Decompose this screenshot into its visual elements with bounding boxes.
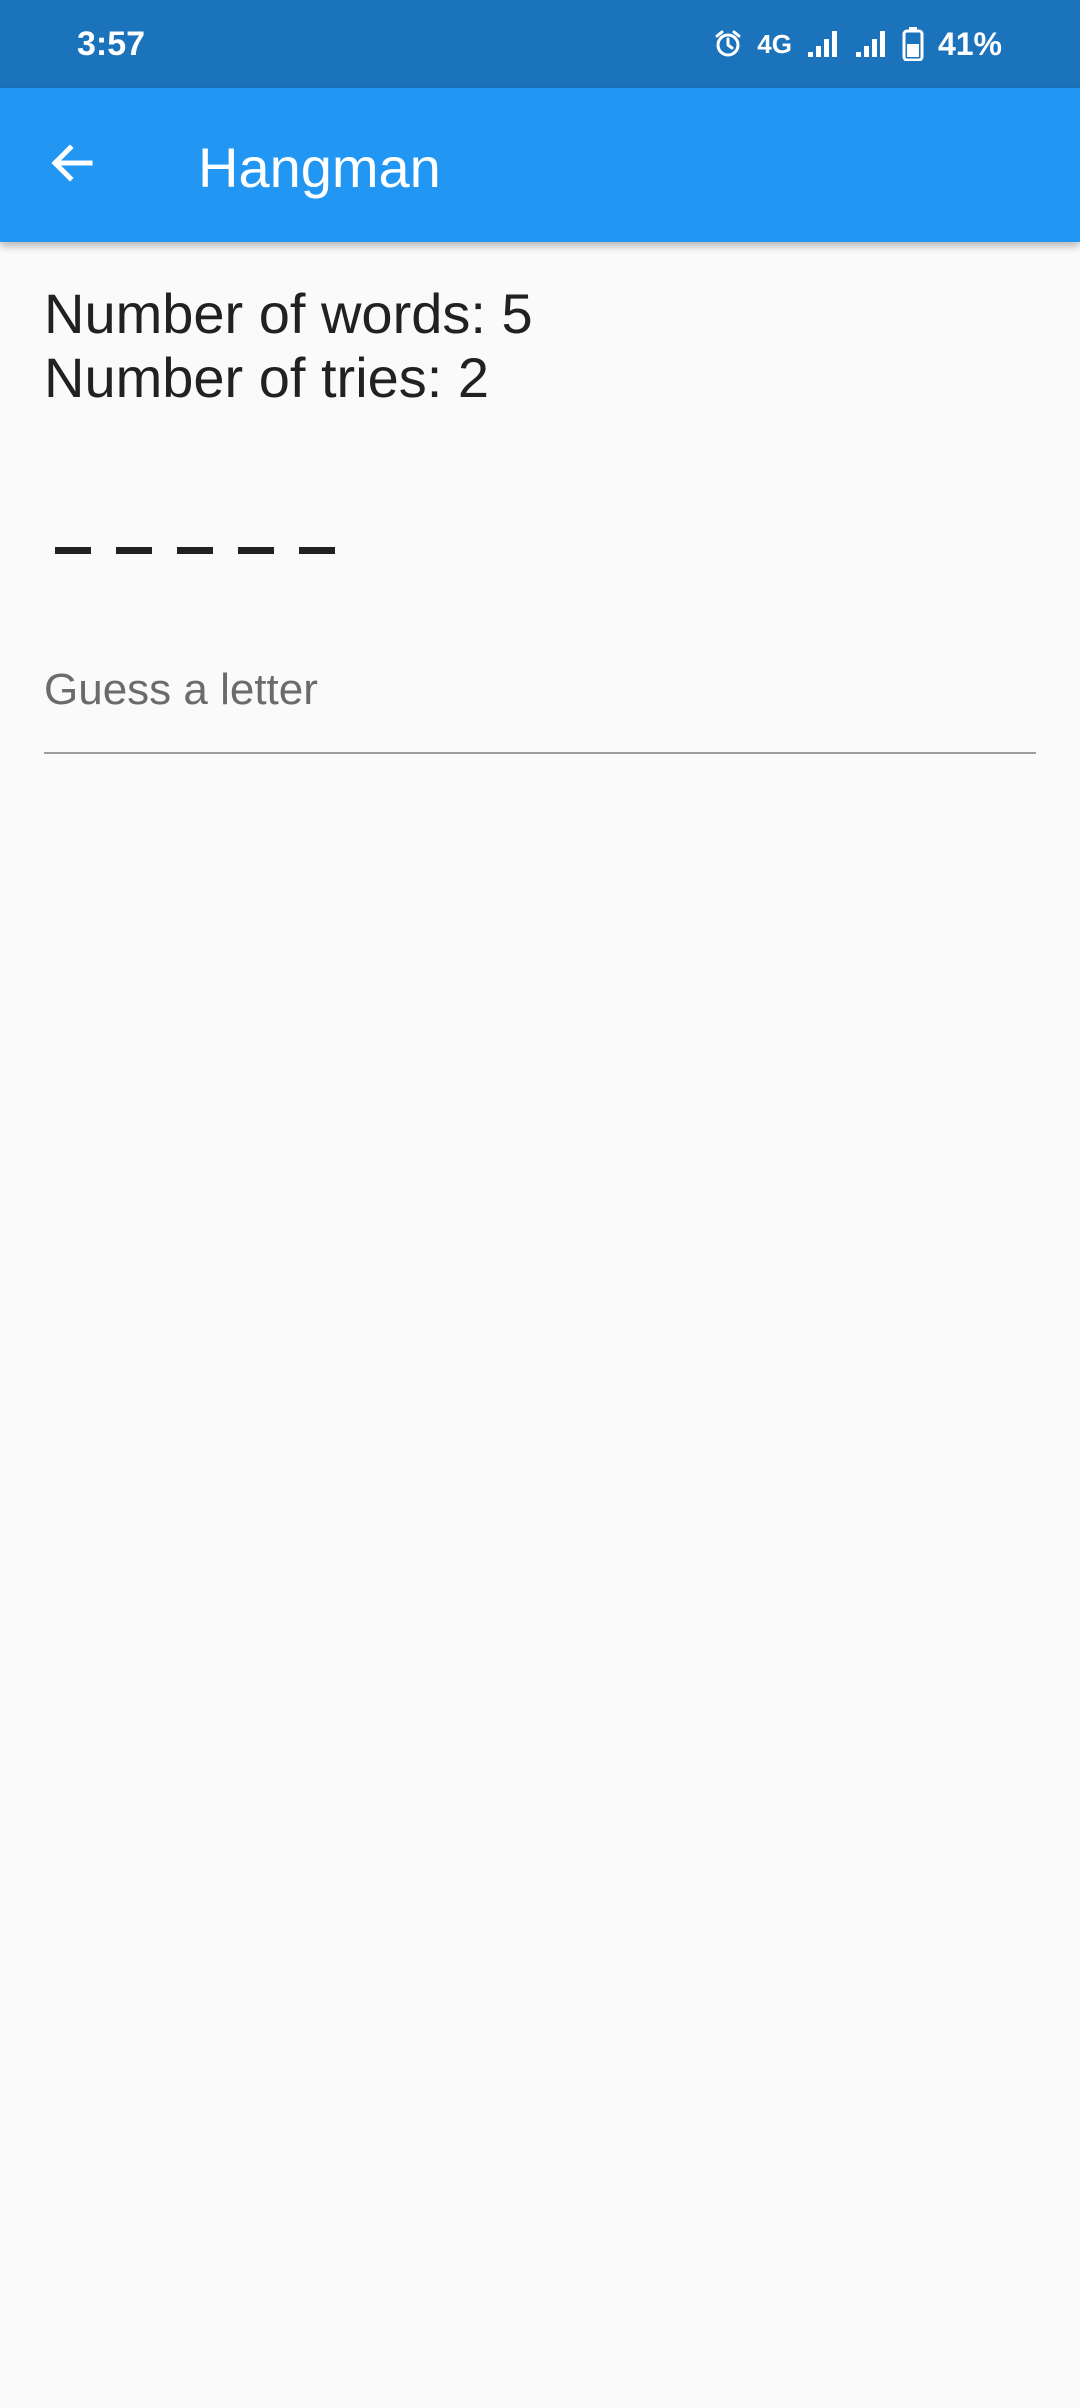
words-count-text: Number of words: 5 — [44, 282, 533, 345]
hangman-screen: 3:57 4G 41% Hangman Number of words: 5 N… — [0, 0, 1080, 2408]
back-button[interactable] — [32, 125, 112, 205]
app-bar: Hangman — [0, 88, 1080, 242]
letter-slot — [238, 547, 274, 554]
game-content: Number of words: 5 Number of tries: 2 — [44, 282, 1036, 555]
alarm-icon — [713, 29, 743, 59]
arrow-back-icon — [48, 139, 96, 192]
tries-count-text: Number of tries: 2 — [44, 346, 490, 409]
letter-slot — [299, 547, 335, 554]
letter-slot — [55, 547, 91, 554]
signal-icon — [854, 29, 888, 59]
network-type-label: 4G — [757, 29, 792, 59]
status-time: 3:57 — [77, 25, 146, 63]
guess-field — [44, 640, 1036, 754]
status-icons: 4G 41% — [713, 22, 1002, 66]
guess-letter-input[interactable] — [44, 658, 1036, 722]
status-bar: 3:57 4G 41% — [0, 0, 1080, 88]
page-title: Hangman — [198, 136, 441, 199]
signal-icon — [806, 29, 840, 59]
hidden-word-display — [55, 547, 1036, 555]
battery-percent: 41% — [937, 26, 1002, 62]
battery-icon — [902, 27, 924, 61]
letter-slot — [116, 547, 152, 554]
letter-slot — [177, 547, 213, 554]
